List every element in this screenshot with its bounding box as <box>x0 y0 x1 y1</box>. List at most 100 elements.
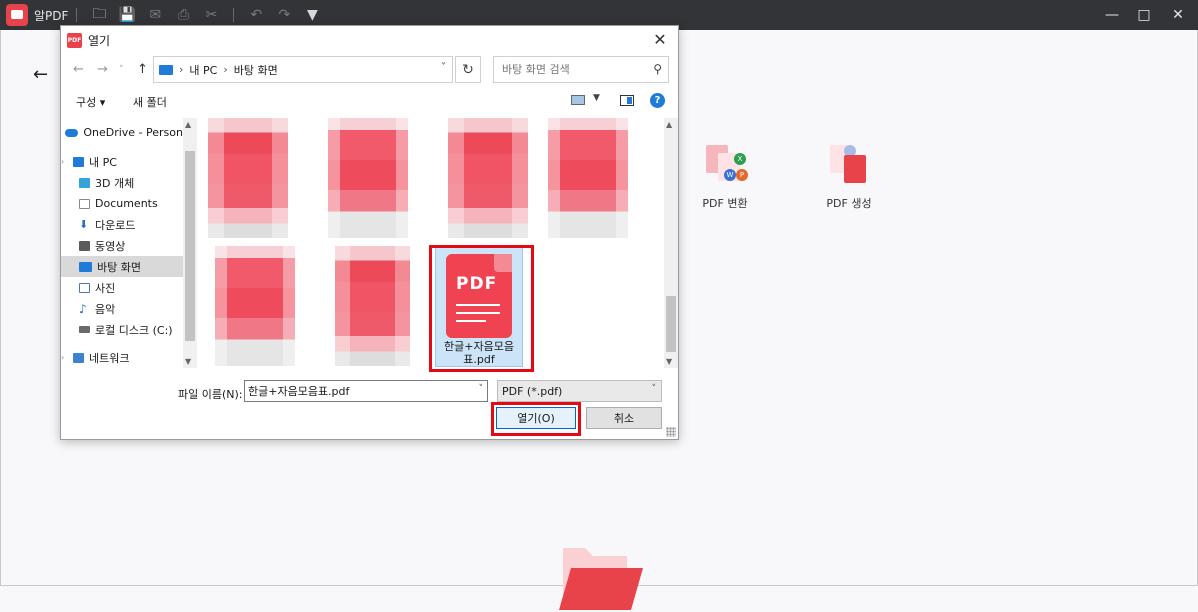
preview-pane-icon[interactable] <box>620 95 634 106</box>
file-thumbnail[interactable] <box>548 118 628 238</box>
3d-objects-icon <box>79 177 90 188</box>
change-view-icon[interactable] <box>571 95 585 105</box>
desktop-icon <box>79 261 92 272</box>
open-button-highlight <box>491 402 581 436</box>
onedrive-icon <box>65 128 79 137</box>
scroll-up-icon[interactable]: ▲ <box>666 120 672 129</box>
nav-item-pc[interactable]: › 내 PC <box>61 151 183 172</box>
pdf-app-icon: PDF <box>67 32 82 48</box>
file-thumbnail[interactable] <box>448 118 528 238</box>
file-thumbnail[interactable] <box>335 246 410 366</box>
chevron-down-icon[interactable]: ˅ <box>441 62 446 73</box>
search-icon[interactable]: ⚲ <box>653 62 662 76</box>
organize-button[interactable]: 구성 ▾ <box>76 94 105 110</box>
file-list-scrollbar[interactable]: ▲ ▼ <box>664 118 678 368</box>
nav-item-label: 3D 개체 <box>95 176 135 190</box>
nav-item-label: 음악 <box>95 302 116 316</box>
back-arrow-icon[interactable]: ← <box>33 64 48 85</box>
close-icon[interactable]: ✕ <box>650 30 670 49</box>
chevron-down-icon[interactable]: ˅ <box>479 384 484 394</box>
nav-item-local-disk[interactable]: 로컬 디스크 (C:) <box>61 319 183 340</box>
nav-item-pictures[interactable]: 사진 <box>61 277 183 298</box>
nav-item-network[interactable]: › 네트워크 <box>61 347 183 368</box>
scroll-down-icon[interactable]: ▼ <box>666 357 672 366</box>
toolbar-divider <box>233 8 235 22</box>
recent-locations-icon[interactable]: ˅ <box>119 65 124 75</box>
nav-item-label: 동영상 <box>95 239 126 253</box>
file-thumbnail[interactable] <box>328 118 408 238</box>
back-icon[interactable]: ← <box>73 62 84 77</box>
nav-item-music[interactable]: ♪ 음악 <box>61 298 183 319</box>
search-field[interactable]: ⚲ <box>493 56 669 83</box>
file-type-select[interactable]: PDF (*.pdf) ˅ <box>497 380 662 402</box>
file-thumbnail[interactable] <box>215 246 295 366</box>
nav-item-downloads[interactable]: ⬇ 다운로드 <box>61 214 183 235</box>
toolbar-divider <box>76 8 78 22</box>
navigation-pane: OneDrive - Person › 내 PC 3D 개체 Documents… <box>61 118 198 368</box>
up-icon[interactable]: ↑ <box>137 62 148 77</box>
filename-label: 파일 이름(N): <box>178 388 243 401</box>
tool-label: PDF 생성 <box>826 197 872 210</box>
scrollbar-thumb[interactable] <box>185 151 195 341</box>
chevron-down-icon[interactable]: ˅ <box>652 384 657 394</box>
music-icon: ♪ <box>79 301 87 316</box>
nav-item-label: 사진 <box>95 281 116 295</box>
filename-field[interactable]: 한글+자음모음표.pdf ˅ <box>244 380 488 402</box>
nav-item-label: 로컬 디스크 (C:) <box>95 323 173 337</box>
nav-item-label: 바탕 화면 <box>97 260 141 274</box>
forward-icon[interactable]: → <box>97 62 108 77</box>
new-folder-button[interactable]: 새 폴더 <box>133 94 167 110</box>
scroll-down-icon[interactable]: ▼ <box>185 357 191 366</box>
pdf-create-icon <box>824 143 874 189</box>
nav-item-desktop[interactable]: 바탕 화면 <box>61 256 183 277</box>
chevron-right-icon: › <box>179 63 184 76</box>
chevron-right-icon: › <box>223 63 228 76</box>
breadcrumb-item[interactable]: 바탕 화면 <box>234 62 278 78</box>
chevron-right-icon[interactable]: › <box>61 353 71 362</box>
dialog-titlebar: PDF 열기 ✕ <box>61 26 678 54</box>
nav-item-label: 네트워크 <box>89 351 130 365</box>
navigation-scrollbar[interactable]: ▲ ▼ <box>183 118 197 368</box>
chevron-down-icon[interactable]: › <box>61 157 71 166</box>
nav-item-label: 다운로드 <box>95 218 136 232</box>
search-input[interactable] <box>502 63 642 76</box>
navigation-row: ← → ˅ ↑ › 내 PC › 바탕 화면 ˅ ↻ ⚲ <box>61 56 678 86</box>
open-file-folder-icon[interactable] <box>557 542 647 612</box>
selected-file-highlight <box>429 245 534 372</box>
nav-item-documents[interactable]: Documents <box>61 193 183 214</box>
breadcrumb-item[interactable]: 내 PC <box>189 62 217 78</box>
pc-icon <box>159 64 173 75</box>
documents-icon <box>79 198 90 209</box>
nav-item-videos[interactable]: 동영상 <box>61 235 183 256</box>
filename-value: 한글+자음모음표.pdf <box>248 385 350 398</box>
scrollbar-thumb[interactable] <box>666 296 676 352</box>
scroll-up-icon[interactable]: ▲ <box>185 120 191 129</box>
app-name: 알PDF <box>34 8 69 23</box>
pdf-convert-tool[interactable]: X W P PDF 변환 <box>685 143 765 211</box>
pc-icon <box>73 156 84 167</box>
refresh-icon[interactable]: ↻ <box>455 56 481 83</box>
file-thumbnail[interactable] <box>208 118 288 238</box>
tool-label: PDF 변환 <box>702 197 748 210</box>
file-type-value: PDF (*.pdf) <box>502 384 563 398</box>
nav-item-label: 내 PC <box>89 155 117 169</box>
resize-grip[interactable] <box>666 427 676 437</box>
close-icon[interactable]: ✕ <box>1158 0 1198 30</box>
dialog-title: 열기 <box>88 33 111 48</box>
help-icon[interactable]: ? <box>650 93 665 108</box>
nav-item-onedrive[interactable]: OneDrive - Person <box>61 122 183 143</box>
command-bar: 구성 ▾ 새 폴더 ▼ ? <box>61 90 678 114</box>
chevron-down-icon[interactable]: ▼ <box>593 93 600 103</box>
open-file-dialog: PDF 열기 ✕ ← → ˅ ↑ › 내 PC › 바탕 화면 ˅ ↻ ⚲ 구성… <box>60 25 679 440</box>
pdf-convert-icon: X W P <box>700 143 750 189</box>
nav-item-label: OneDrive - Person <box>83 126 183 139</box>
pictures-icon <box>79 282 90 293</box>
disk-icon <box>79 326 90 333</box>
address-bar[interactable]: › 내 PC › 바탕 화면 ˅ <box>153 56 453 83</box>
app-logo-icon <box>6 4 28 26</box>
pdf-create-tool[interactable]: PDF 생성 <box>809 143 889 211</box>
nav-item-3d-objects[interactable]: 3D 개체 <box>61 172 183 193</box>
cancel-button[interactable]: 취소 <box>586 407 662 429</box>
network-icon <box>73 352 84 363</box>
download-icon: ⬇ <box>79 217 89 231</box>
